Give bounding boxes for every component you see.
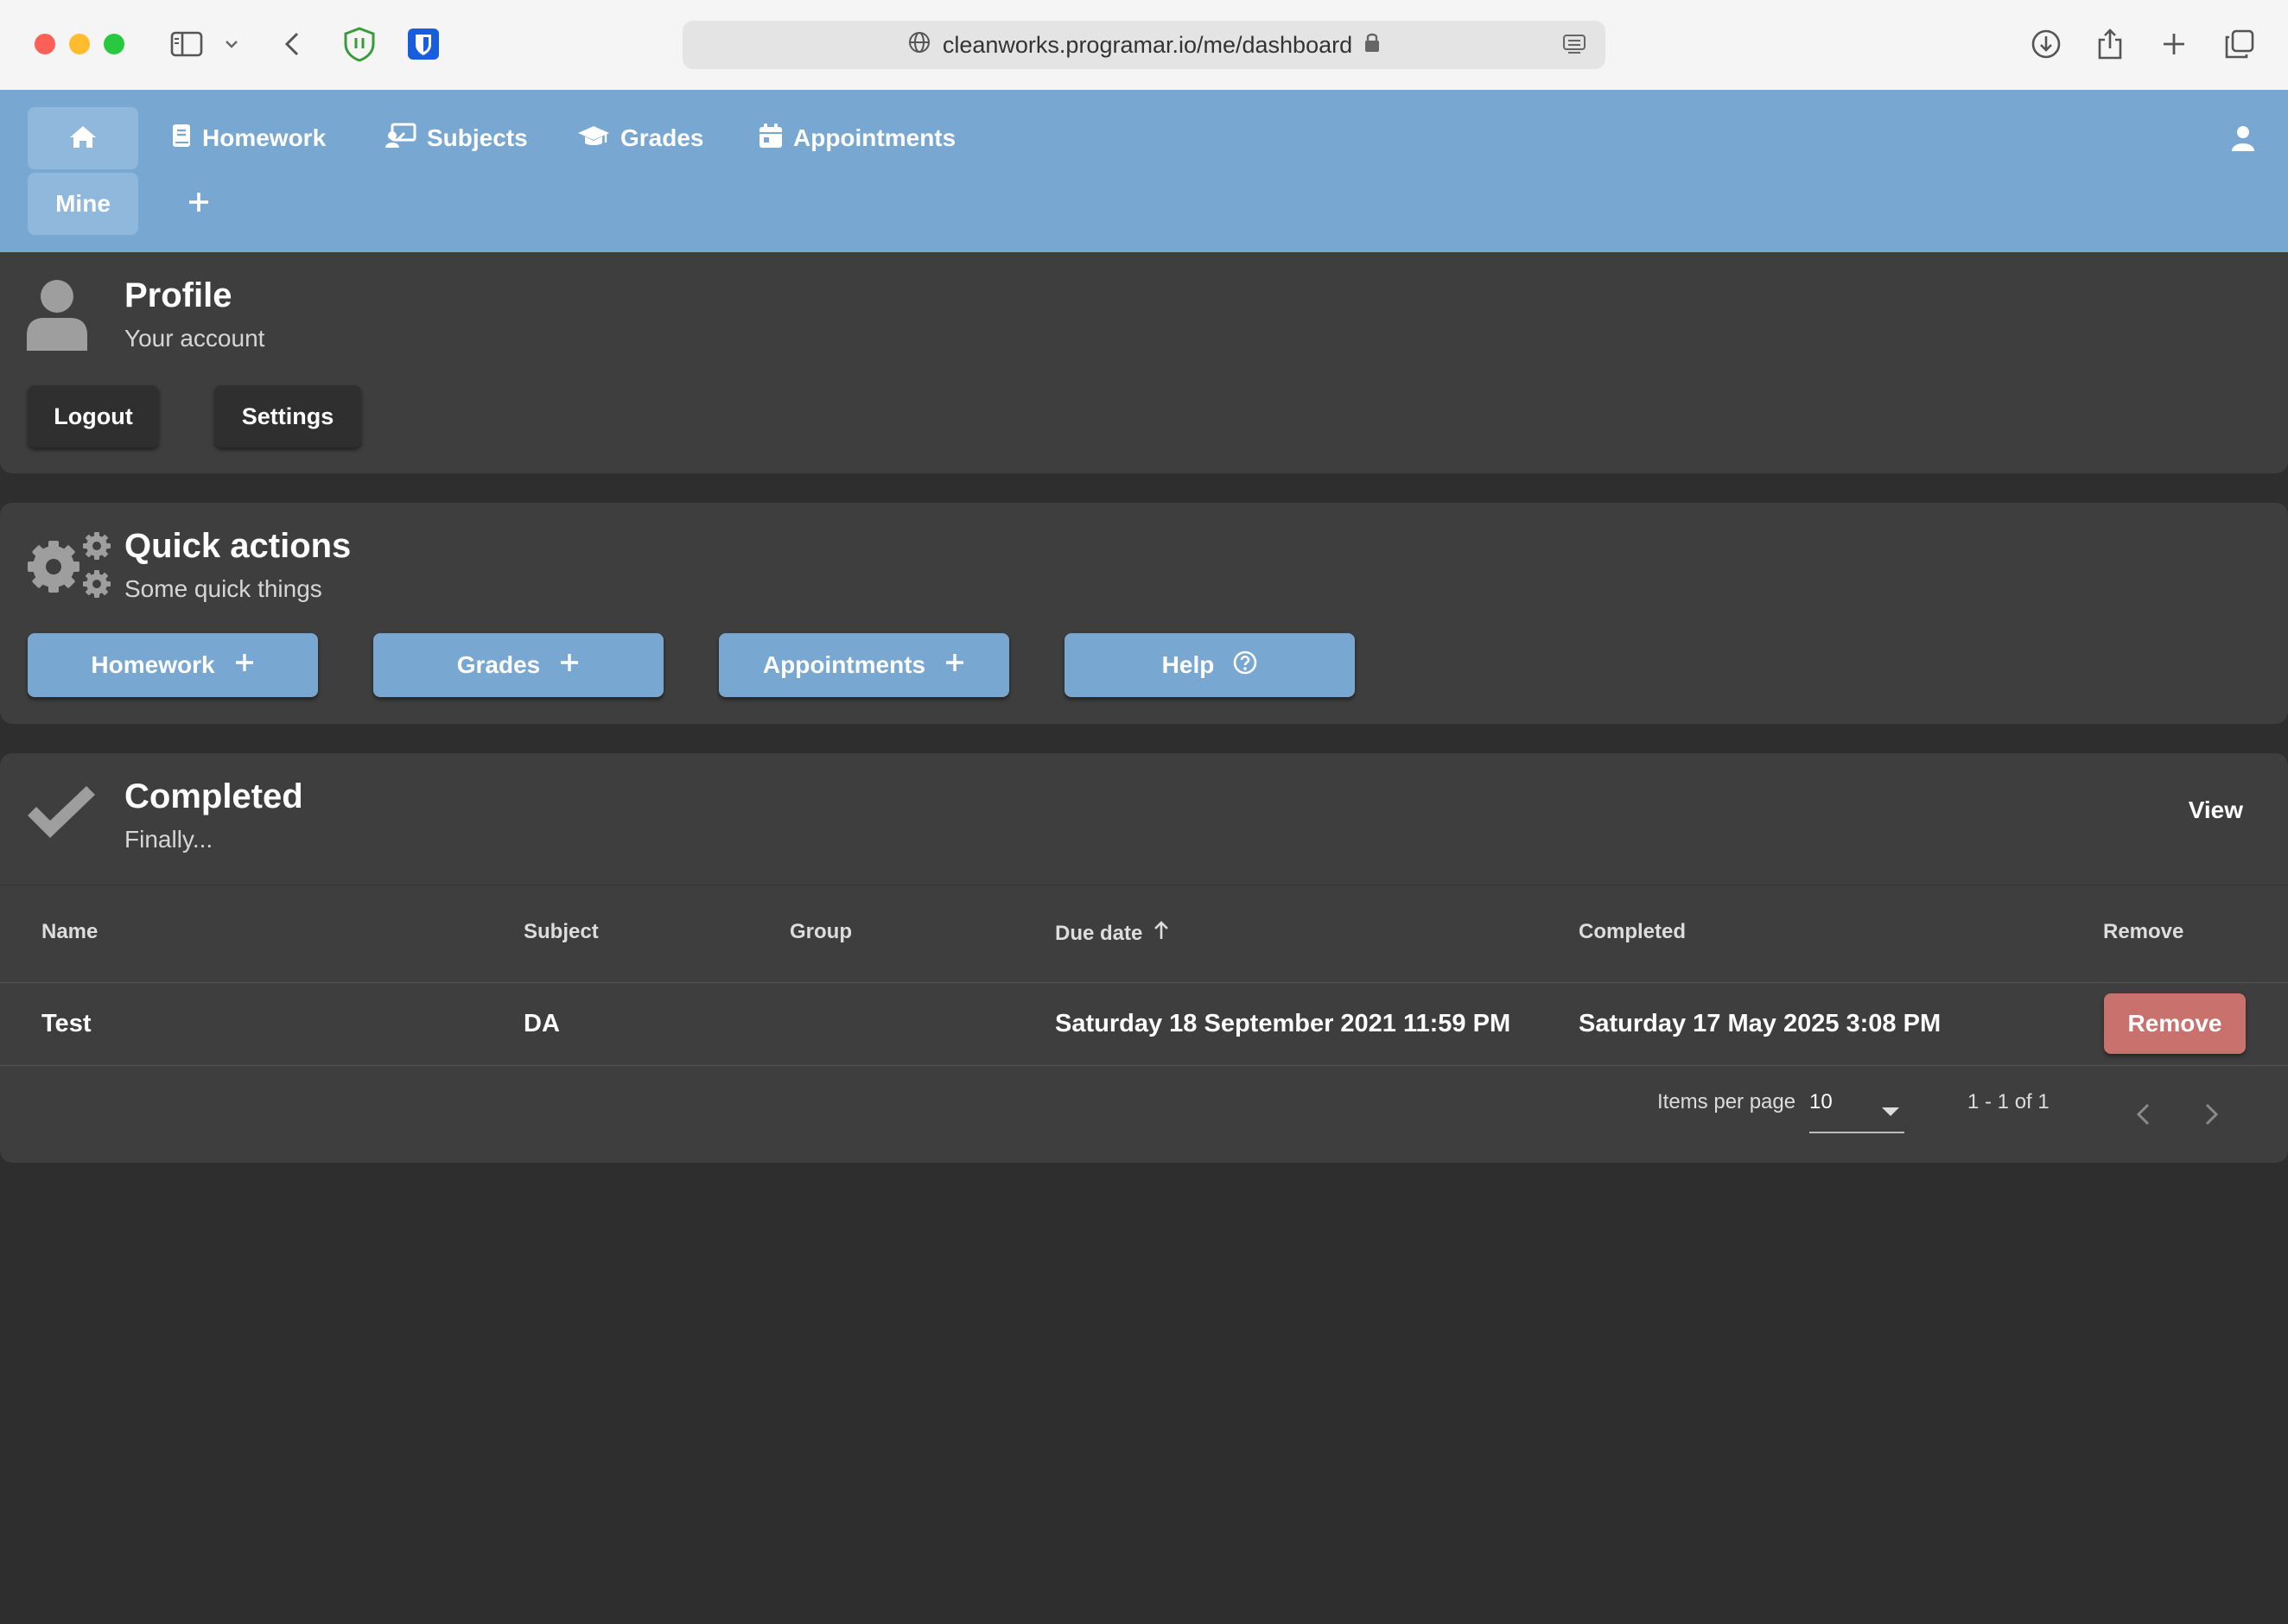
close-window-button[interactable] [35, 34, 55, 54]
nav-subjects[interactable]: Subjects [385, 107, 528, 169]
user-avatar-icon [24, 278, 90, 351]
cell-subject: DA [524, 1010, 560, 1037]
quick-help-label: Help [1161, 651, 1215, 678]
nav-homework-label: Homework [202, 124, 327, 151]
graduation-cap-icon [577, 124, 610, 154]
quick-add-homework-button[interactable]: Homework [28, 633, 318, 697]
add-tab-button[interactable] [178, 183, 219, 225]
quick-grades-label: Grades [456, 651, 541, 678]
quick-homework-label: Homework [91, 651, 215, 678]
chevron-right-icon [2204, 1102, 2220, 1131]
url-text: cleanworks.programar.io/me/dashboard [942, 31, 1353, 58]
fullscreen-window-button[interactable] [104, 34, 124, 54]
column-header-due-date[interactable]: Due date [1055, 920, 1170, 947]
settings-button[interactable]: Settings [214, 385, 361, 447]
lock-icon [1364, 32, 1380, 59]
due-date-header-label: Due date [1055, 921, 1143, 945]
plus-icon [559, 651, 580, 679]
plus-icon [234, 651, 255, 679]
profile-subtitle: Your account [124, 325, 265, 352]
previous-page-button[interactable] [2126, 1099, 2160, 1133]
address-bar[interactable]: cleanworks.programar.io/me/dashboard [683, 21, 1605, 69]
shield-extension-icon[interactable] [340, 21, 378, 67]
gears-icon [24, 529, 114, 601]
cell-completed: Saturday 17 May 2025 3:08 PM [1579, 1010, 1942, 1037]
download-icon[interactable] [2027, 21, 2065, 67]
teacher-icon [385, 123, 416, 155]
back-arrow-icon[interactable] [276, 21, 308, 67]
chevron-down-icon[interactable] [221, 21, 242, 67]
quick-appointments-label: Appointments [762, 651, 926, 678]
completed-title: Completed [124, 777, 303, 815]
profile-title: Profile [124, 276, 232, 314]
dropdown-caret-icon[interactable] [1882, 1107, 1899, 1116]
pagination-range: 1 - 1 of 1 [1967, 1090, 2050, 1113]
logout-button[interactable]: Logout [28, 385, 159, 447]
book-icon [171, 123, 192, 155]
view-completed-button[interactable]: View [2189, 796, 2243, 824]
chevron-left-icon [2135, 1102, 2151, 1131]
column-header-remove[interactable]: Remove [2103, 920, 2183, 944]
home-icon [68, 124, 98, 153]
table-row: Test DA Saturday 18 September 2021 11:59… [0, 982, 2288, 1066]
calendar-icon [759, 123, 783, 155]
items-per-page-label: Items per page [1657, 1090, 1796, 1113]
items-per-page-value: 10 [1809, 1090, 1833, 1113]
column-header-completed[interactable]: Completed [1579, 920, 1686, 944]
checkmark-icon [24, 784, 99, 843]
column-header-subject[interactable]: Subject [524, 920, 599, 944]
quick-add-grades-button[interactable]: Grades [373, 633, 664, 697]
nav-homework[interactable]: Homework [171, 107, 326, 169]
column-header-group[interactable]: Group [790, 920, 852, 944]
quick-actions-title: Quick actions [124, 527, 352, 565]
mine-tab[interactable]: Mine [28, 173, 138, 235]
quick-actions-subtitle: Some quick things [124, 575, 322, 602]
user-icon [2231, 125, 2255, 155]
table-header: Name Subject Group Due date Completed Re… [0, 885, 2288, 983]
minimize-window-button[interactable] [69, 34, 90, 54]
globe-icon [908, 31, 931, 60]
reader-mode-icon[interactable] [1562, 33, 1586, 63]
home-button[interactable] [28, 107, 138, 169]
share-icon[interactable] [2093, 21, 2127, 67]
cell-due-date: Saturday 18 September 2021 11:59 PM [1055, 1010, 1511, 1037]
remove-button[interactable]: Remove [2104, 993, 2246, 1054]
quick-add-appointments-button[interactable]: Appointments [719, 633, 1009, 697]
nav-grades-label: Grades [620, 124, 704, 151]
bitwarden-extension-icon[interactable] [406, 21, 441, 67]
nav-grades[interactable]: Grades [577, 107, 704, 169]
cell-name: Test [41, 1010, 92, 1037]
nav-subjects-label: Subjects [427, 124, 528, 151]
browser-toolbar: cleanworks.programar.io/me/dashboard [0, 0, 2288, 91]
next-page-button[interactable] [2195, 1099, 2229, 1133]
plus-icon [187, 191, 210, 218]
user-account-button[interactable] [2224, 121, 2262, 159]
sidebar-toggle-icon[interactable] [168, 21, 206, 67]
column-header-name[interactable]: Name [41, 920, 98, 944]
nav-appointments-label: Appointments [793, 124, 957, 151]
quick-help-button[interactable]: Help [1065, 633, 1355, 697]
tab-overview-icon[interactable] [2221, 21, 2259, 67]
completed-subtitle: Finally... [124, 826, 213, 853]
plus-icon [944, 651, 965, 679]
app-navbar: Homework Subjects Grades Appointments Mi… [0, 90, 2288, 252]
help-circle-icon [1233, 650, 1257, 681]
nav-appointments[interactable]: Appointments [759, 107, 956, 169]
sort-ascending-icon [1153, 920, 1170, 947]
new-tab-icon[interactable] [2157, 21, 2191, 67]
